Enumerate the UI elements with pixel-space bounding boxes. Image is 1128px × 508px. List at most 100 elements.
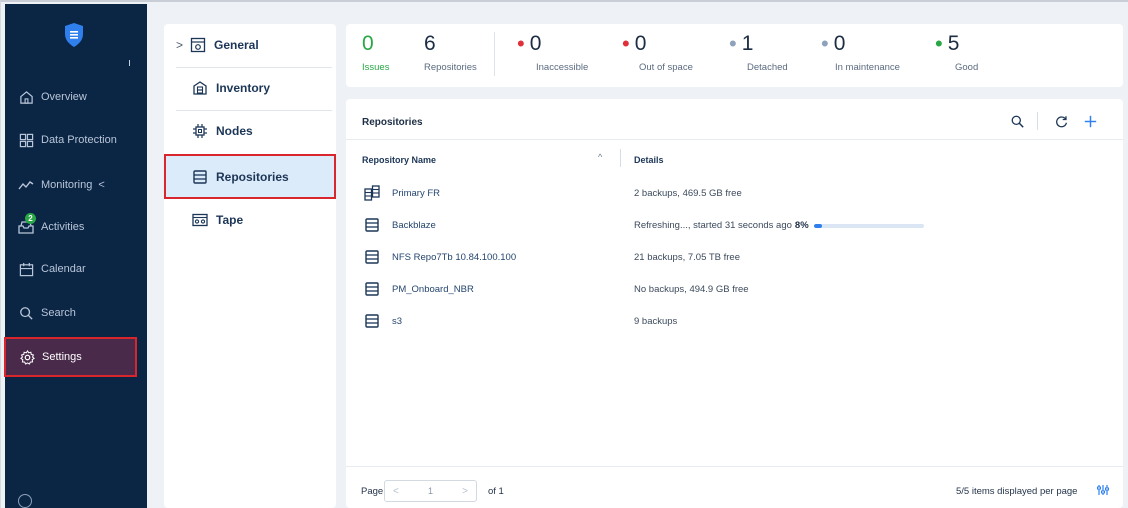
repository-group-icon: [364, 185, 380, 201]
status-dot-icon: •: [517, 31, 525, 56]
repository-details: 2 backups, 469.5 GB free: [634, 188, 742, 199]
status-dot-icon: •: [622, 31, 630, 56]
table-row[interactable]: PM_Onboard_NBR No backups, 494.9 GB free: [346, 273, 1123, 305]
refresh-button[interactable]: [1052, 112, 1070, 130]
tape-icon: [192, 212, 208, 228]
divider: [1037, 112, 1038, 130]
submenu-item-label: Inventory: [216, 81, 271, 95]
stat-inaccessible[interactable]: • 0 Inaccessible: [517, 32, 588, 73]
table-row[interactable]: NFS Repo7Tb 10.84.100.100 21 backups, 7.…: [346, 241, 1123, 273]
submenu-item-label: Nodes: [216, 124, 253, 138]
submenu-item-label: General: [214, 38, 259, 52]
status-dot-icon: •: [935, 31, 943, 56]
progress-percent: 8%: [794, 220, 809, 231]
nav-item-overview[interactable]: Overview: [0, 77, 142, 117]
stat-good[interactable]: • 5 Good: [935, 32, 978, 73]
submenu-item-repositories[interactable]: Repositories: [164, 154, 336, 199]
stat-out-of-space[interactable]: • 0 Out of space: [622, 32, 693, 73]
collapse-nav-icon[interactable]: [127, 60, 130, 66]
nav-item-label: Activities: [41, 221, 85, 233]
divider: [346, 139, 1123, 140]
nav-item-search[interactable]: Search: [0, 293, 142, 333]
plus-icon: [1084, 115, 1096, 127]
calendar-icon: [18, 261, 34, 277]
stat-value: 1: [741, 32, 754, 55]
chevron-right-icon: >: [176, 38, 184, 52]
page-count: of 1: [488, 486, 504, 497]
add-repository-button[interactable]: [1081, 112, 1099, 130]
table-row[interactable]: Backblaze Refreshing..., started 31 seco…: [346, 209, 1123, 241]
nav-item-settings[interactable]: Settings: [4, 337, 137, 377]
stat-in-maintenance[interactable]: • 0 In maintenance: [821, 32, 900, 73]
stat-value: 0: [362, 32, 374, 55]
repository-name[interactable]: s3: [392, 316, 402, 327]
repository-name[interactable]: PM_Onboard_NBR: [392, 284, 474, 295]
refresh-status-text: Refreshing..., started 31 seconds ago: [634, 220, 792, 231]
prev-page-button[interactable]: <: [393, 486, 399, 497]
submenu-item-label: Repositories: [216, 169, 289, 184]
repository-icon: [365, 314, 379, 328]
next-page-button[interactable]: >: [462, 486, 468, 497]
submenu-item-inventory[interactable]: Inventory: [164, 67, 336, 109]
nav-item-label: Data Protection: [41, 134, 117, 146]
items-per-page-text: 5/5 items displayed per page: [956, 486, 1078, 497]
sort-ascending-icon[interactable]: ^: [598, 152, 602, 162]
pagination-control: < 1 >: [384, 480, 477, 502]
status-dot-icon: •: [729, 31, 737, 56]
search-button[interactable]: [1008, 112, 1026, 130]
repository-details: No backups, 494.9 GB free: [634, 284, 749, 295]
stat-value: 6: [424, 32, 436, 55]
stat-value: 0: [634, 32, 647, 55]
stat-repositories[interactable]: 6 Repositories: [424, 32, 477, 73]
column-settings-icon[interactable]: [1097, 484, 1109, 496]
nav-item-label: Settings: [42, 351, 82, 363]
nav-item-label: Search: [41, 307, 76, 319]
nav-item-label: Monitoring: [41, 179, 93, 191]
stat-label: In maintenance: [835, 62, 900, 73]
help-icon[interactable]: [18, 494, 32, 508]
repository-icon: [365, 218, 379, 232]
general-icon: [190, 37, 206, 53]
shield-logo-icon: [65, 23, 83, 47]
stat-value: 5: [947, 32, 960, 55]
status-dot-icon: •: [821, 31, 829, 56]
column-header-details[interactable]: Details: [634, 155, 664, 165]
nav-item-monitoring[interactable]: Monitoring <: [0, 165, 142, 205]
stat-label: Good: [955, 62, 979, 73]
submenu-item-tape[interactable]: Tape: [164, 199, 336, 241]
stat-label: Out of space: [639, 62, 693, 73]
panel-title: Repositories: [362, 117, 423, 128]
column-header-name[interactable]: Repository Name: [362, 155, 436, 165]
nav-item-data-protection[interactable]: Data Protection: [0, 120, 142, 160]
column-resize-handle[interactable]: [620, 149, 621, 167]
submenu-item-nodes[interactable]: Nodes: [164, 110, 336, 152]
stat-value: 0: [833, 32, 846, 55]
search-icon: [1011, 115, 1024, 128]
table-row[interactable]: s3 9 backups: [346, 305, 1123, 337]
nav-item-label: Overview: [41, 91, 87, 103]
repository-icon: [192, 169, 208, 185]
refresh-icon: [1055, 115, 1067, 127]
pulse-icon: [18, 177, 34, 193]
grid-icon: [18, 132, 34, 148]
progress-fill: [813, 223, 823, 228]
table-row[interactable]: Primary FR 2 backups, 469.5 GB free: [346, 177, 1123, 209]
inventory-icon: [192, 80, 208, 96]
stat-label: Repositories: [424, 62, 477, 73]
nav-item-label: Calendar: [41, 263, 86, 275]
stat-detached[interactable]: • 1 Detached: [729, 32, 788, 73]
node-icon: [192, 123, 208, 139]
page-label: Page: [361, 486, 384, 497]
current-page-input[interactable]: 1: [428, 486, 433, 496]
submenu-item-general[interactable]: > General: [164, 24, 336, 66]
nav-item-calendar[interactable]: Calendar: [0, 249, 142, 289]
repository-name[interactable]: Backblaze: [392, 220, 436, 231]
repository-details: 21 backups, 7.05 TB free: [634, 252, 740, 263]
stat-issues[interactable]: 0 Issues: [362, 32, 389, 73]
repository-name[interactable]: Primary FR: [392, 188, 440, 199]
repository-icon: [365, 250, 379, 264]
inbox-icon: 2: [18, 213, 36, 235]
stat-label: Inaccessible: [536, 62, 589, 73]
repository-name[interactable]: NFS Repo7Tb 10.84.100.100: [392, 252, 516, 263]
nav-item-activities[interactable]: 2 Activities: [0, 207, 142, 247]
